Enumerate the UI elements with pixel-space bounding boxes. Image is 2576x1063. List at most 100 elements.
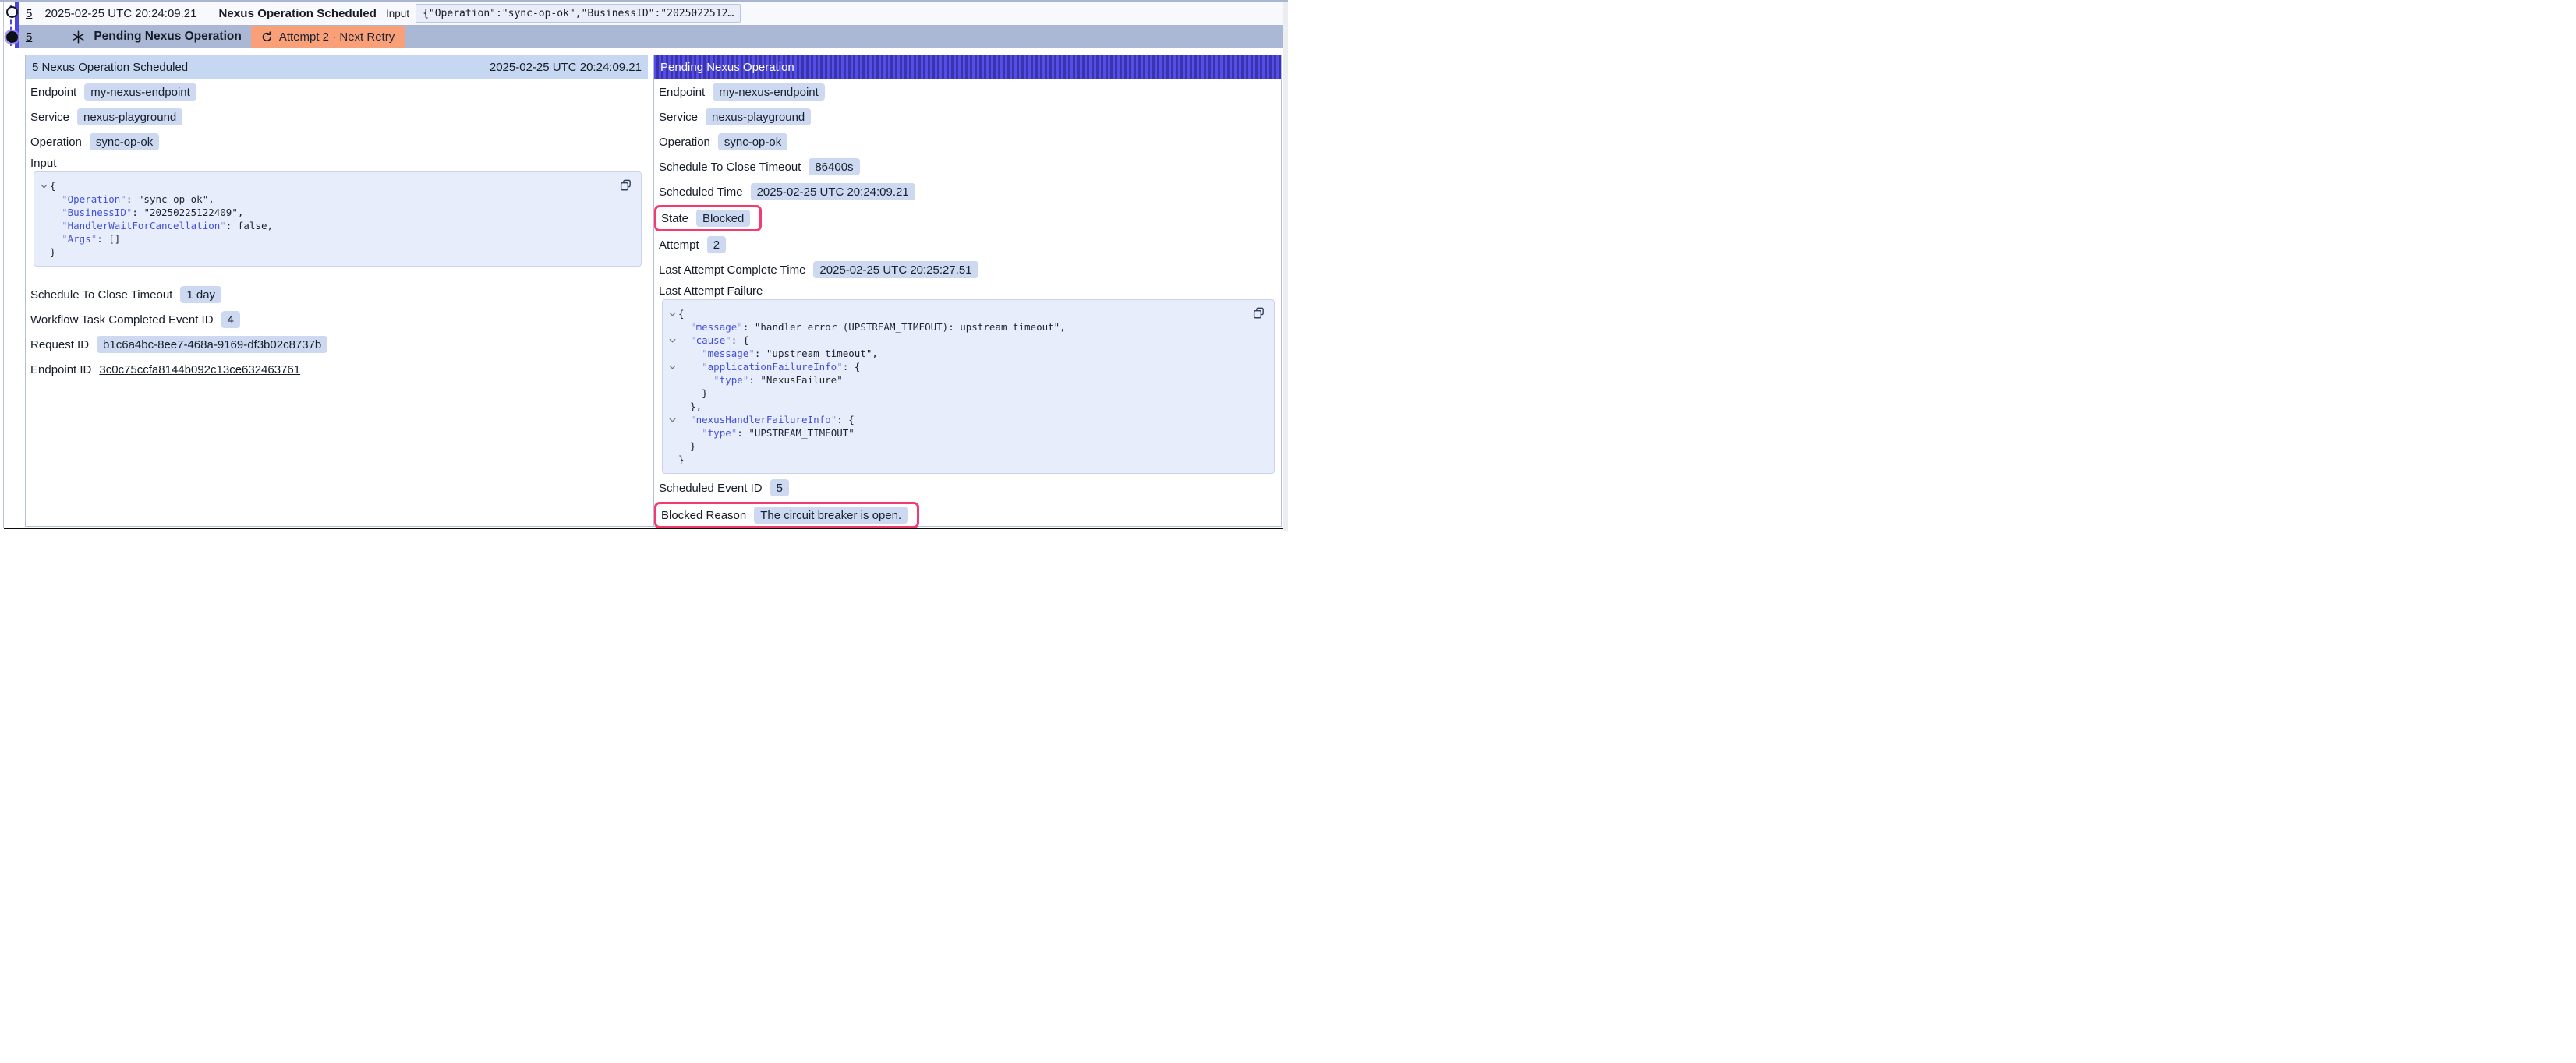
attempt-retry-badge: Attempt 2 · Next Retry <box>251 26 405 48</box>
json-line: "Args": [] <box>37 232 635 245</box>
copy-icon[interactable] <box>618 178 632 192</box>
field-label: Blocked Reason <box>661 509 746 522</box>
collapse-chevron-icon[interactable] <box>669 338 676 343</box>
json-line: { <box>37 179 635 192</box>
asterisk-pending-icon <box>72 30 85 44</box>
json-line: "type": "UPSTREAM_TIMEOUT" <box>666 426 1268 440</box>
left-panel-timestamp: 2025-02-25 UTC 20:24:09.21 <box>490 61 642 74</box>
field-label: Endpoint ID <box>30 363 91 376</box>
state-annotation-highlight: State Blocked <box>654 205 762 231</box>
field-value-chip: 2 <box>707 236 726 253</box>
input-label: Input <box>386 8 409 19</box>
field-label: Endpoint <box>30 86 76 99</box>
json-line: "cause": { <box>666 334 1268 347</box>
field-value-chip: 2025-02-25 UTC 20:24:09.21 <box>751 183 915 200</box>
event-history-expanded-view: 5 2025-02-25 UTC 20:24:09.21 Nexus Opera… <box>0 0 1288 532</box>
event-detail-left-panel: 5 Nexus Operation Scheduled 2025-02-25 U… <box>26 55 653 526</box>
retry-icon <box>261 31 273 43</box>
json-line: } <box>666 440 1268 453</box>
pending-nexus-operation-row[interactable]: 5 Pending Nexus Operation Attempt 2 · Ne… <box>19 25 1283 48</box>
field-row-operation: Operation sync-op-ok <box>659 129 1275 154</box>
field-value-chip: my-nexus-endpoint <box>713 83 825 101</box>
collapse-chevron-icon[interactable] <box>669 418 676 422</box>
collapse-chevron-icon[interactable] <box>669 365 676 369</box>
field-label: State <box>661 212 688 225</box>
field-value-chip: sync-op-ok <box>90 133 159 150</box>
event-row-nexus-operation-scheduled[interactable]: 5 2025-02-25 UTC 20:24:09.21 Nexus Opera… <box>19 2 1283 25</box>
field-row-service: Service nexus-playground <box>659 104 1275 129</box>
pending-panel-header: Pending Nexus Operation <box>654 55 1281 79</box>
field-label: Service <box>659 111 698 124</box>
field-row-last-attempt-complete-time: Last Attempt Complete Time 2025-02-25 UT… <box>659 257 1275 282</box>
failure-json-viewer: { "message": "handler error (UPSTREAM_TI… <box>662 299 1275 474</box>
vertical-scrollbar[interactable] <box>1283 2 1288 532</box>
field-value-chip: 1 day <box>180 286 221 303</box>
field-label: Service <box>30 111 69 124</box>
event-id-link[interactable]: 5 <box>26 7 32 20</box>
field-row-scheduled-event-id: Scheduled Event ID 5 <box>659 475 1275 500</box>
field-value-chip: 4 <box>221 311 240 328</box>
json-line: "message": "upstream timeout", <box>666 347 1268 360</box>
field-label: Schedule To Close Timeout <box>659 161 801 174</box>
json-line: } <box>666 387 1268 400</box>
field-row-operation: Operation sync-op-ok <box>30 129 642 154</box>
state-value-chip: Blocked <box>696 210 750 227</box>
field-label: Operation <box>30 136 82 149</box>
field-row-request-id: Request ID b1c6a4bc-8ee7-468a-9169-df3b0… <box>30 332 642 357</box>
json-line: "Operation": "sync-op-ok", <box>37 192 635 206</box>
json-line: }, <box>666 400 1268 413</box>
timeline-open-dot-icon <box>6 6 18 18</box>
field-label: Operation <box>659 136 710 149</box>
event-detail-right-panel: Pending Nexus Operation Endpoint my-nexu… <box>653 55 1281 526</box>
field-value-chip: b1c6a4bc-8ee7-468a-9169-df3b02c8737b <box>97 336 327 353</box>
endpoint-id-link[interactable]: 3c0c75ccfa8144b092c13ce632463761 <box>99 363 300 376</box>
json-line: "type": "NexusFailure" <box>666 373 1268 387</box>
field-row-endpoint: Endpoint my-nexus-endpoint <box>30 79 642 104</box>
field-row-schedule-to-close-timeout: Schedule To Close Timeout 86400s <box>659 154 1275 179</box>
json-line: } <box>666 453 1268 466</box>
json-line: "HandlerWaitForCancellation": false, <box>37 219 635 232</box>
json-line: "nexusHandlerFailureInfo": { <box>666 413 1268 426</box>
field-label: Schedule To Close Timeout <box>30 288 172 302</box>
json-line: { <box>666 307 1268 320</box>
field-value-chip: 5 <box>770 479 789 496</box>
left-panel-title: 5 Nexus Operation Scheduled <box>32 61 188 74</box>
pending-event-id-link[interactable]: 5 <box>26 30 32 44</box>
left-panel-header: 5 Nexus Operation Scheduled 2025-02-25 U… <box>26 55 648 79</box>
field-value-chip: my-nexus-endpoint <box>84 83 196 101</box>
field-value-chip: nexus-playground <box>77 108 182 125</box>
field-value-chip: 86400s <box>809 158 859 175</box>
attempt-retry-label: Attempt 2 · Next Retry <box>279 30 395 44</box>
pending-operation-title: Pending Nexus Operation <box>94 30 241 44</box>
field-row-endpoint: Endpoint my-nexus-endpoint <box>659 79 1275 104</box>
collapse-chevron-icon[interactable] <box>669 312 676 316</box>
event-detail-container: 5 Nexus Operation Scheduled 2025-02-25 U… <box>25 55 1282 527</box>
field-row-endpoint-id: Endpoint ID 3c0c75ccfa8144b092c13ce63246… <box>30 357 642 382</box>
input-json-viewer: { "Operation": "sync-op-ok", "BusinessID… <box>34 171 642 267</box>
json-line: "BusinessID": "20250225122409", <box>37 206 635 219</box>
field-label: Attempt <box>659 238 699 252</box>
blocked-reason-value-chip: The circuit breaker is open. <box>754 507 908 524</box>
json-line: } <box>37 245 635 259</box>
field-row-service: Service nexus-playground <box>30 104 642 129</box>
collapse-chevron-icon[interactable] <box>41 184 48 189</box>
field-value-chip: nexus-playground <box>706 108 811 125</box>
copy-icon[interactable] <box>1251 305 1265 320</box>
last-attempt-failure-label: Last Attempt Failure <box>659 282 1275 299</box>
pending-panel-title: Pending Nexus Operation <box>660 61 794 74</box>
event-timestamp: 2025-02-25 UTC 20:24:09.21 <box>44 7 196 20</box>
field-row-attempt: Attempt 2 <box>659 232 1275 257</box>
bottom-crop-border <box>4 528 1283 530</box>
field-row-blocked-reason: Blocked Reason The circuit breaker is op… <box>659 500 1275 530</box>
field-row-state: State Blocked <box>659 204 1275 232</box>
field-label: Request ID <box>30 338 89 351</box>
field-row-scheduled-time: Scheduled Time 2025-02-25 UTC 20:24:09.2… <box>659 179 1275 204</box>
field-label: Workflow Task Completed Event ID <box>30 313 214 327</box>
field-row-workflow-task-completed-event-id: Workflow Task Completed Event ID 4 <box>30 307 642 332</box>
field-value-chip: sync-op-ok <box>718 133 787 150</box>
json-line: "message": "handler error (UPSTREAM_TIME… <box>666 320 1268 334</box>
timeline-filled-dot-icon <box>6 31 18 43</box>
table-left-border <box>3 2 4 528</box>
field-value-chip: 2025-02-25 UTC 20:25:27.51 <box>813 261 978 278</box>
input-section-label: Input <box>30 154 642 171</box>
